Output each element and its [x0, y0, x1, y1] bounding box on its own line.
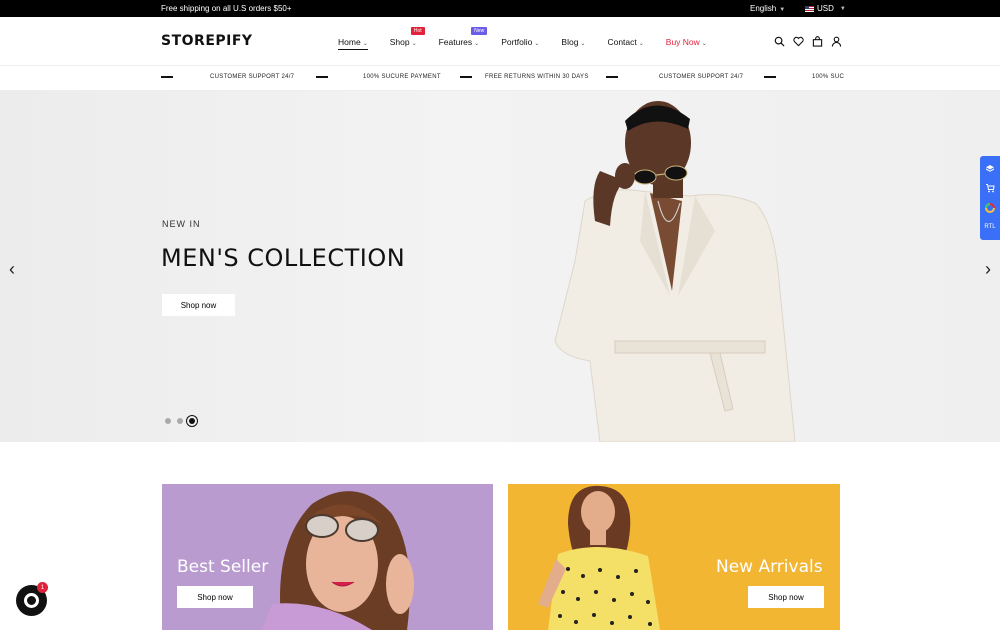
dash-icon	[764, 76, 776, 78]
heart-icon[interactable]	[793, 36, 804, 47]
search-icon[interactable]	[774, 36, 785, 47]
hot-badge: Hot	[410, 27, 425, 35]
nav-home[interactable]: Home ⌄	[338, 37, 368, 50]
chevron-down-icon: ▼	[779, 7, 786, 13]
chevron-down-icon: ⌄	[362, 41, 368, 47]
ticker-item: 100% SUC	[764, 74, 844, 80]
bag-icon[interactable]	[812, 36, 823, 47]
site-header: STOREPIFY Home ⌄ Shop ⌄ Hot Features ⌄ New Po…	[0, 17, 1000, 66]
layers-icon[interactable]	[984, 163, 996, 175]
banner-best-seller[interactable]: Best Seller Shop now	[162, 484, 493, 630]
cart-icon[interactable]	[984, 182, 996, 194]
site-logo[interactable]: STOREPIFY	[161, 33, 253, 49]
dash-icon	[460, 76, 472, 78]
ticker-label: FREE RETURNS WITHIN 30 DAYS	[485, 74, 589, 80]
best-seller-shop-now-button[interactable]: Shop now	[177, 586, 253, 608]
chat-notification-badge: 1	[37, 582, 48, 593]
ticker-item: FREE RETURNS WITHIN 30 DAYS	[460, 74, 589, 80]
nav-label: Blog	[561, 37, 579, 47]
slider-dot[interactable]	[165, 418, 171, 424]
dash-icon	[606, 76, 618, 78]
new-badge: New	[471, 27, 488, 35]
chevron-left-icon[interactable]: ‹	[9, 259, 15, 280]
user-icon[interactable]	[831, 36, 842, 47]
slider-dots	[165, 418, 195, 424]
nav-portfolio[interactable]: Portfolio ⌄	[501, 37, 539, 50]
main-nav: Home ⌄ Shop ⌄ Hot Features ⌄ New Portfolio ⌄ B…	[338, 27, 729, 50]
chevron-down-icon: ⌄	[411, 41, 417, 47]
language-selector[interactable]: English ▼	[750, 4, 785, 13]
hero-shop-now-button[interactable]: Shop now	[162, 294, 235, 316]
nav-label: Portfolio	[501, 37, 533, 47]
ticker-item: CUSTOMER SUPPORT 24/7	[161, 74, 294, 80]
nav-buy-now[interactable]: Buy Now ⌄	[666, 37, 707, 50]
nav-blog[interactable]: Blog ⌄	[561, 37, 585, 50]
banner-new-arrivals[interactable]: New Arrivals Shop now	[508, 484, 840, 630]
ticker-label: CUSTOMER SUPPORT 24/7	[659, 74, 744, 80]
chevron-down-icon: ⌄	[474, 41, 480, 47]
chevron-right-icon[interactable]: ›	[985, 259, 991, 280]
ticker-label: 100% SUCURE PAYMENT	[363, 74, 441, 80]
nav-features[interactable]: Features ⌄ New	[438, 27, 488, 50]
announcement-bar: Free shipping on all U.S orders $50+ Eng…	[0, 0, 1000, 17]
ticker-item: CUSTOMER SUPPORT 24/7	[606, 74, 743, 80]
hero-slider: NEW IN MEN'S COLLECTION Shop now ‹ ›	[0, 91, 1000, 442]
nav-label: Contact	[607, 37, 637, 47]
banner-title: Best Seller	[177, 557, 269, 577]
chevron-down-icon: ⌄	[701, 41, 707, 47]
ticker-label: CUSTOMER SUPPORT 24/7	[210, 74, 295, 80]
currency-selector[interactable]: USD ▼	[805, 4, 846, 13]
new-arrivals-shop-now-button[interactable]: Shop now	[748, 586, 824, 608]
currency-label: USD	[817, 4, 834, 13]
nav-label: Shop	[389, 37, 410, 47]
feature-ticker: CUSTOMER SUPPORT 24/7 100% SUCURE PAYMEN…	[0, 66, 1000, 91]
rtl-toggle[interactable]: RTL	[984, 221, 996, 233]
header-icons	[774, 36, 842, 47]
nav-label: Home	[338, 37, 361, 47]
nav-contact[interactable]: Contact ⌄	[607, 37, 643, 50]
us-flag-icon	[805, 5, 814, 12]
language-label: English	[750, 4, 777, 13]
nav-label: Features	[438, 37, 473, 47]
chevron-down-icon: ⌄	[580, 41, 586, 47]
hero-eyebrow: NEW IN	[162, 219, 201, 229]
slider-dot[interactable]	[177, 418, 183, 424]
dash-icon	[161, 76, 173, 78]
banner-title: New Arrivals	[716, 557, 823, 577]
ticker-item: 100% SUCURE PAYMENT	[316, 74, 441, 80]
nav-label: Buy Now	[665, 37, 700, 47]
chevron-down-icon: ⌄	[638, 41, 644, 47]
nav-shop[interactable]: Shop ⌄ Hot	[389, 27, 425, 50]
chevron-down-icon: ⌄	[534, 41, 540, 47]
hero-title: MEN'S COLLECTION	[161, 244, 406, 272]
color-palette-icon[interactable]	[984, 202, 996, 214]
dash-icon	[316, 76, 328, 78]
slider-dot-active[interactable]	[189, 418, 195, 424]
announcement-text: Free shipping on all U.S orders $50+	[161, 4, 292, 13]
model-image	[554, 101, 796, 442]
ticker-label: 100% SUC	[812, 74, 845, 80]
demo-side-panel: RTL	[980, 156, 1000, 240]
chevron-down-icon: ▼	[839, 5, 846, 12]
